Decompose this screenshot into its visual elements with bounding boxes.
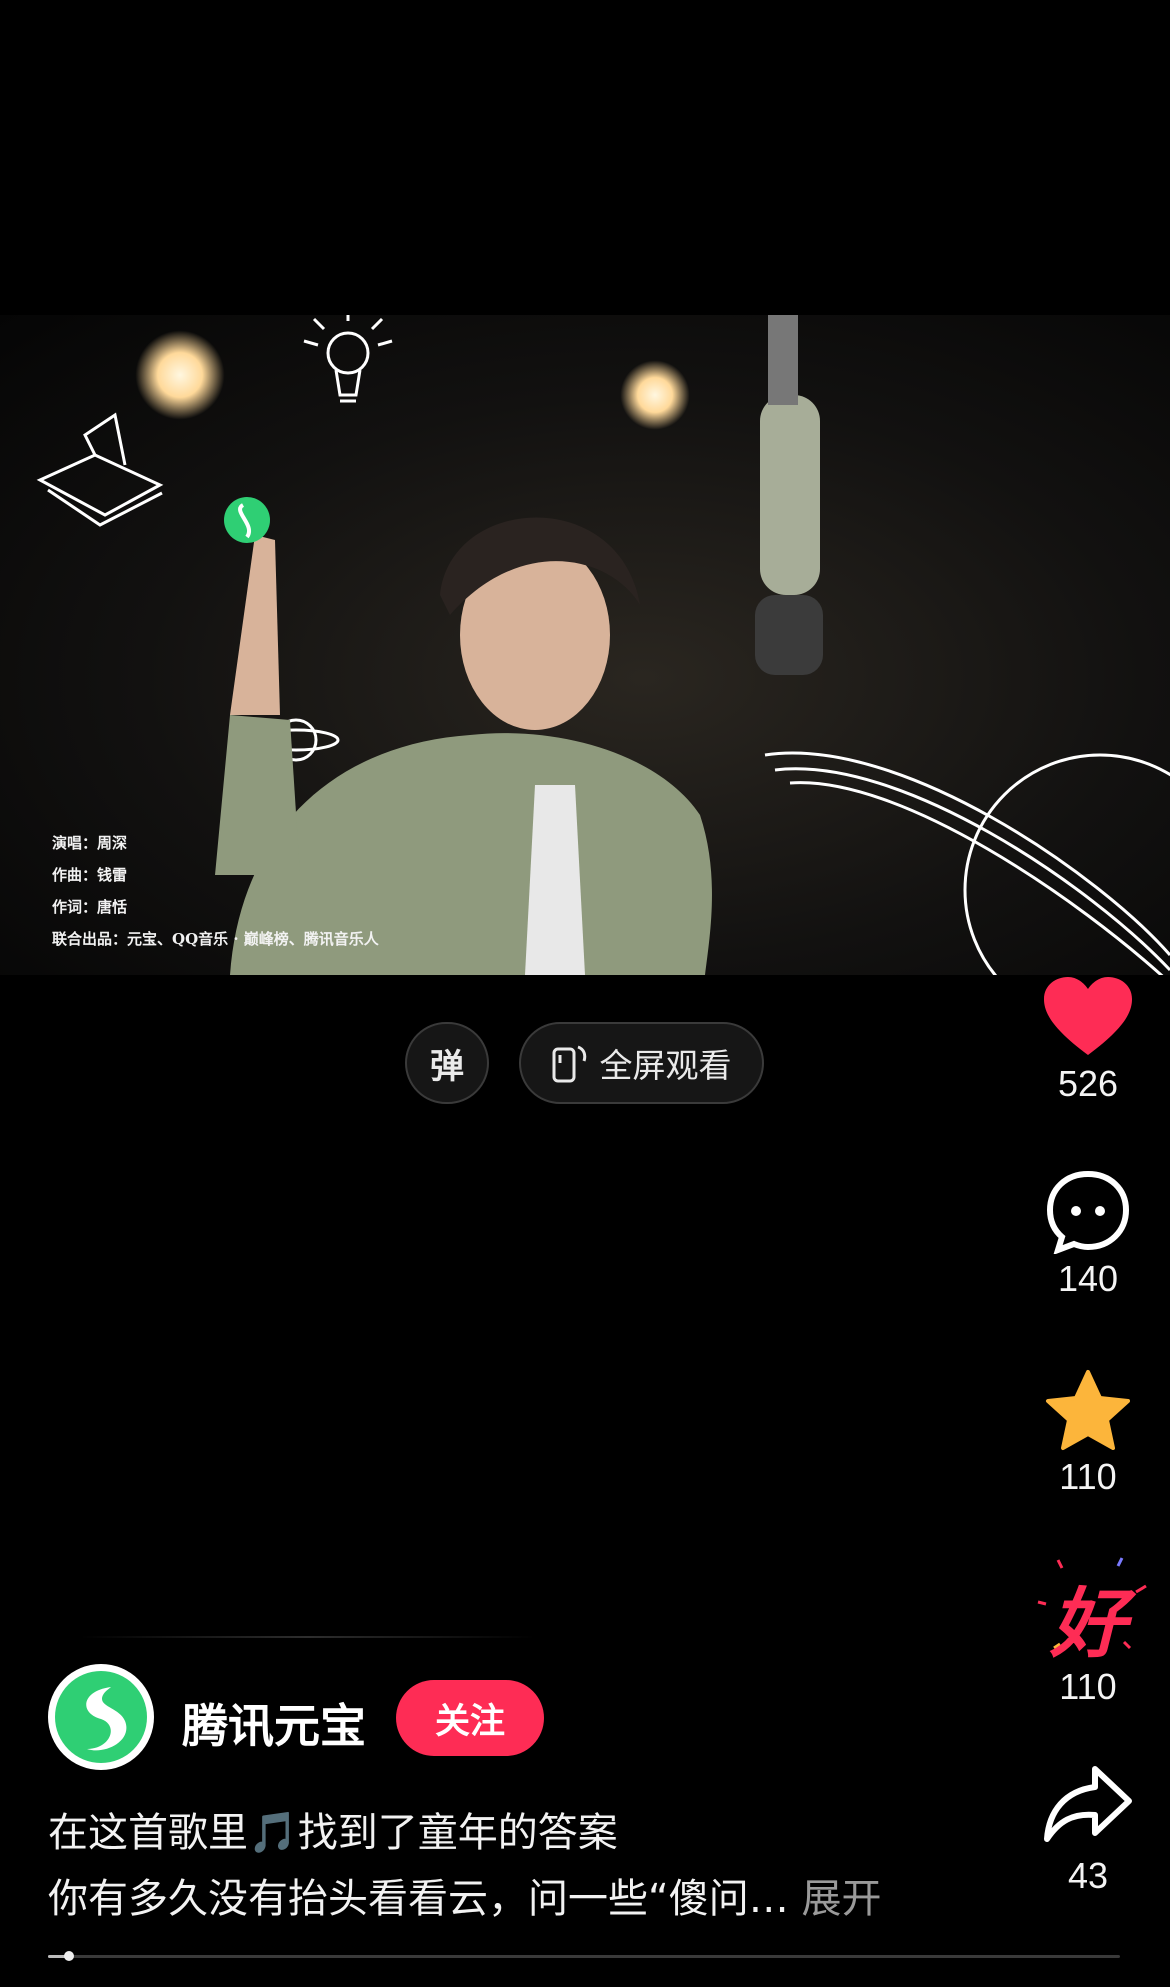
like-count: 526 (1057, 1063, 1119, 1104)
comment-count: 140 (1057, 1258, 1119, 1299)
credit-producers: 联合出品：元宝、QQ音乐 · 巅峰榜、腾讯音乐人 (52, 930, 379, 948)
good-action[interactable]: 好 110 (1030, 1552, 1147, 1708)
credit-composer: 作曲：钱雷 (52, 866, 128, 884)
author-name[interactable]: 腾讯元宝 (182, 1690, 366, 1756)
caption-line-1: 在这首歌里🎵找到了童年的答案 (48, 1810, 618, 1856)
caption-line-2: 你有多久没有抬头看看云，问一些“傻问… 展开 (48, 1866, 881, 1932)
lightbulb-doodle-icon (303, 315, 393, 403)
video-player[interactable]: 演唱：周深 作曲：钱雷 作词：唐恬 联合出品：元宝、QQ音乐 · 巅峰榜、腾讯音… (0, 315, 1170, 975)
progress-knob[interactable] (64, 1951, 74, 1961)
video-caption[interactable]: 在这首歌里🎵找到了童年的答案 你有多久没有抬头看看云，问一些“傻问… 展开 (48, 1800, 881, 1932)
share-count: 43 (1067, 1855, 1109, 1896)
like-action[interactable]: 526 (1030, 975, 1146, 1105)
credit-singer: 演唱：周深 (52, 834, 128, 852)
caption-line-2-text: 你有多久没有抬头看看云，问一些“傻问… (48, 1876, 789, 1922)
share-action[interactable]: 43 (1030, 1763, 1146, 1897)
expand-caption-link[interactable]: 展开 (801, 1876, 881, 1922)
video-credits: 演唱：周深 作曲：钱雷 作词：唐恬 联合出品：元宝、QQ音乐 · 巅峰榜、腾讯音… (52, 827, 379, 955)
divider (80, 1636, 535, 1638)
good-badge: 好 (1050, 1579, 1126, 1668)
book-doodle-icon (36, 412, 164, 527)
fullscreen-button[interactable]: 全屏观看 (519, 1022, 764, 1104)
yuanbao-logo-icon (55, 1671, 147, 1763)
follow-button[interactable]: 关注 (396, 1680, 544, 1756)
good-count: 110 (1059, 1666, 1117, 1707)
fullscreen-label: 全屏观看 (599, 1046, 732, 1085)
favorite-action[interactable]: 110 (1030, 1368, 1146, 1498)
comment-icon (1046, 1170, 1130, 1255)
share-icon (1044, 1766, 1132, 1842)
danmaku-button[interactable]: 弹 (405, 1022, 489, 1104)
video-progress-bar[interactable] (48, 1951, 1120, 1961)
large-planet-doodle-icon (764, 751, 1170, 975)
author-avatar[interactable] (48, 1664, 154, 1770)
star-icon (1046, 1370, 1130, 1450)
yuanbao-ball-icon (224, 497, 270, 543)
microphone (755, 315, 823, 675)
favorite-count: 110 (1059, 1456, 1117, 1497)
danmaku-label: 弹 (430, 1046, 464, 1087)
rotate-phone-icon (552, 1045, 586, 1083)
comment-action[interactable]: 140 (1030, 1170, 1146, 1300)
credit-lyricist: 作词：唐恬 (52, 898, 128, 916)
heart-icon (1044, 977, 1132, 1055)
